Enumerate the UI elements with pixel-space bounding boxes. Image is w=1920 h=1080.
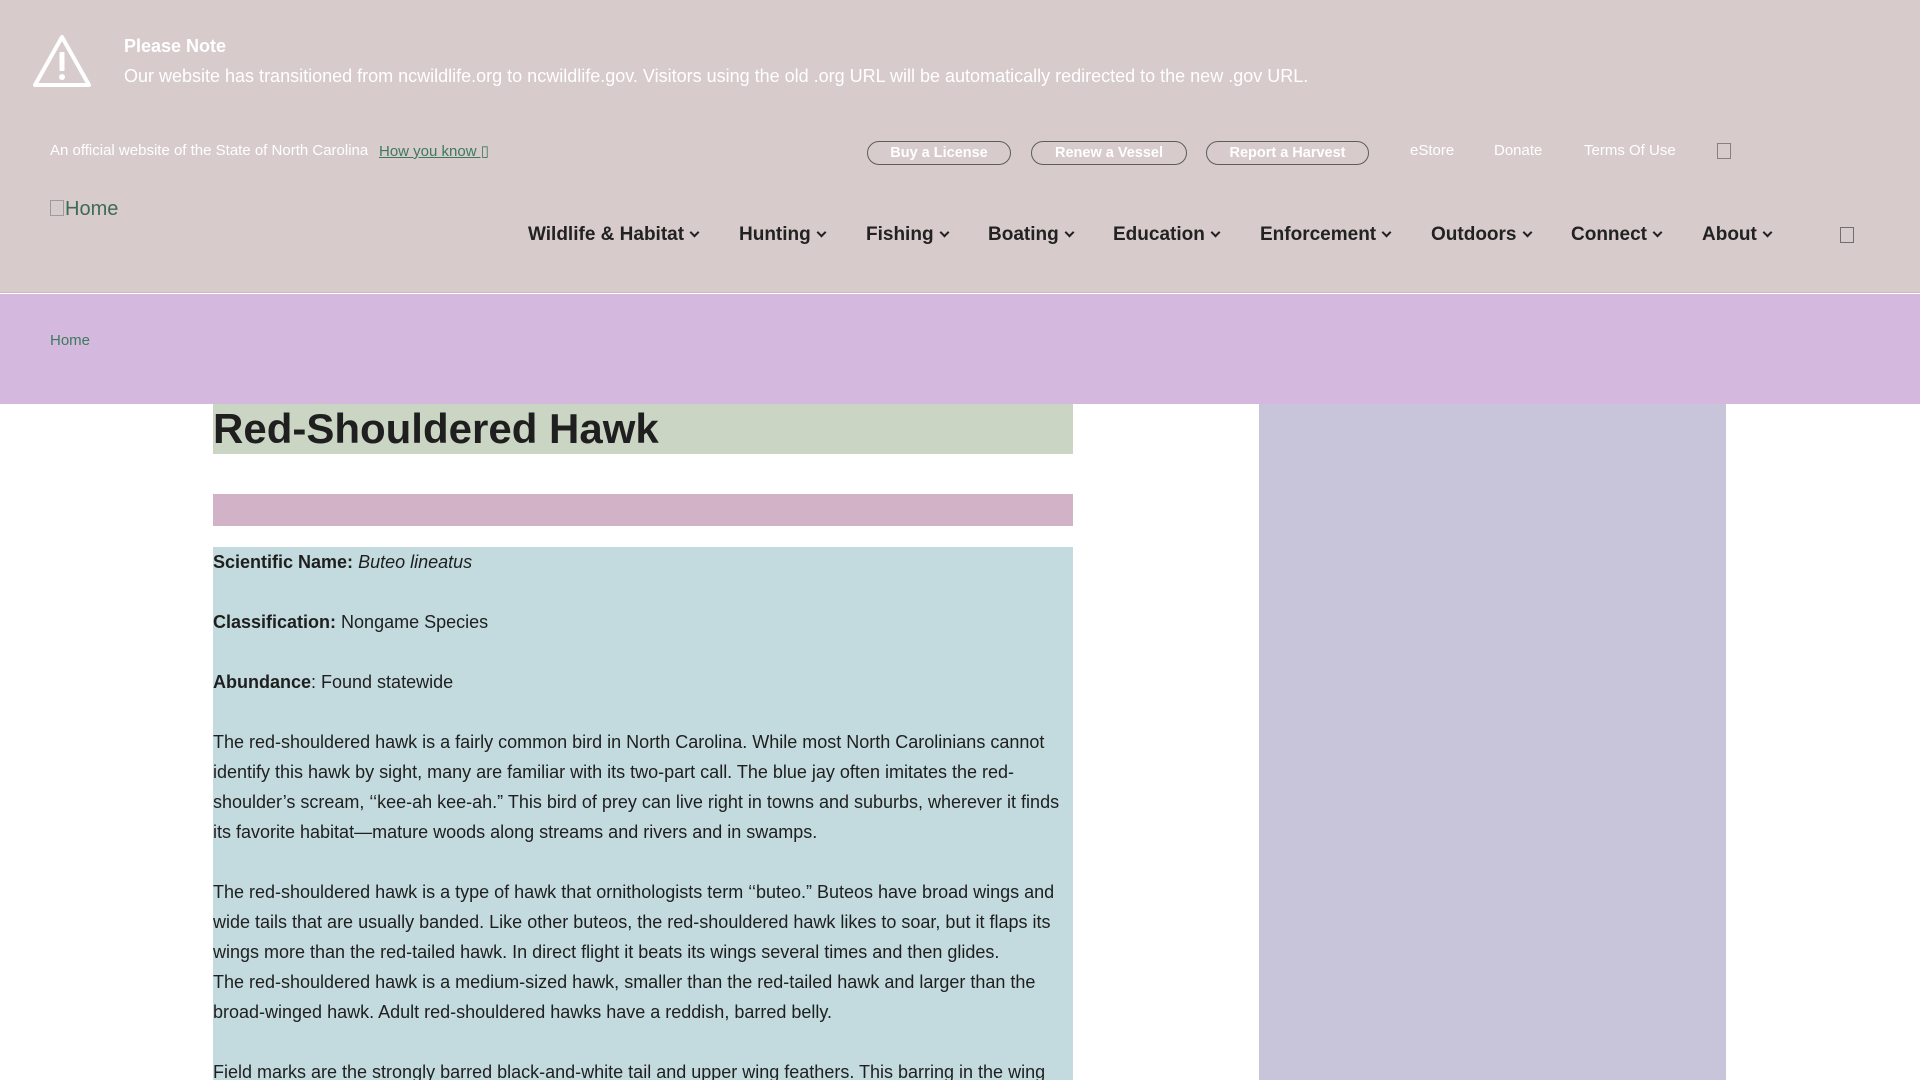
- abundance-line: Abundance: Found statewide: [213, 672, 454, 692]
- nav-item-about[interactable]: About: [1702, 224, 1773, 246]
- species-article: Scientific Name: Buteo lineatus Classifi…: [213, 547, 1073, 1080]
- nav-item-boating[interactable]: Boating: [988, 224, 1075, 246]
- buy-license-button[interactable]: Buy a License: [867, 141, 1011, 165]
- nav-item-connect[interactable]: Connect: [1571, 224, 1663, 246]
- terms-of-use-link[interactable]: Terms Of Use: [1584, 142, 1676, 159]
- official-site-text: An official website of the State of Nort…: [50, 142, 369, 159]
- translate-icon[interactable]: [1717, 143, 1731, 159]
- broken-image-icon: [50, 200, 64, 216]
- notice-title: Please Note: [124, 36, 227, 56]
- report-harvest-button[interactable]: Report a Harvest: [1206, 141, 1369, 165]
- article-paragraph: The red-shouldered hawk is a medium-size…: [213, 972, 1036, 1022]
- image-placeholder-bar: [213, 494, 1073, 526]
- chevron-down-icon: [1652, 227, 1663, 238]
- search-icon[interactable]: [1840, 227, 1854, 243]
- nav-item-outdoors[interactable]: Outdoors: [1431, 224, 1532, 246]
- chevron-down-icon: [939, 227, 950, 238]
- nav-item-education[interactable]: Education: [1113, 224, 1221, 246]
- scientific-name-line: Scientific Name: Buteo lineatus: [213, 552, 473, 572]
- donate-link[interactable]: Donate: [1494, 142, 1542, 159]
- site-header: An official website of the State of Nort…: [0, 118, 1920, 293]
- main-navigation: Wildlife & Habitat Hunting Fishing Boati…: [0, 224, 1920, 254]
- logo-alt-text: Home: [65, 198, 119, 220]
- chevron-down-icon: [1381, 227, 1392, 238]
- how-you-know-link[interactable]: How you know ▯: [379, 142, 489, 160]
- notice-text: Our website has transitioned from ncwild…: [124, 66, 1309, 86]
- chevron-down-icon: [816, 227, 827, 238]
- nav-item-hunting[interactable]: Hunting: [739, 224, 827, 246]
- warning-triangle-icon: [33, 35, 91, 87]
- article-paragraph: Field marks are the strongly barred blac…: [213, 1062, 1046, 1080]
- chevron-down-icon: [1210, 227, 1221, 238]
- home-logo-link[interactable]: Home: [50, 198, 118, 221]
- nav-item-enforcement[interactable]: Enforcement: [1260, 224, 1392, 246]
- chevron-down-icon: [689, 227, 700, 238]
- chevron-down-icon: [1522, 227, 1532, 238]
- page-title-block: Red-Shouldered Hawk: [213, 404, 1073, 454]
- page-title: Red-Shouldered Hawk: [213, 405, 659, 452]
- chevron-down-icon: [1064, 227, 1075, 238]
- site-notice-banner: Please Note Our website has transitioned…: [0, 0, 1920, 118]
- renew-vessel-button[interactable]: Renew a Vessel: [1031, 141, 1187, 165]
- nav-item-fishing[interactable]: Fishing: [866, 224, 950, 246]
- sidebar-panel: [1259, 404, 1726, 1080]
- breadcrumb: Home: [0, 294, 1920, 404]
- article-paragraph: The red-shouldered hawk is a type of haw…: [213, 882, 1055, 962]
- article-paragraph: The red-shouldered hawk is a fairly comm…: [213, 732, 1060, 842]
- classification-line: Classification: Nongame Species: [213, 612, 489, 632]
- chevron-down-icon: [1762, 227, 1773, 238]
- breadcrumb-home-link[interactable]: Home: [50, 332, 90, 349]
- estore-link[interactable]: eStore: [1410, 142, 1454, 159]
- nav-item-wildlife-habitat[interactable]: Wildlife & Habitat: [528, 224, 700, 246]
